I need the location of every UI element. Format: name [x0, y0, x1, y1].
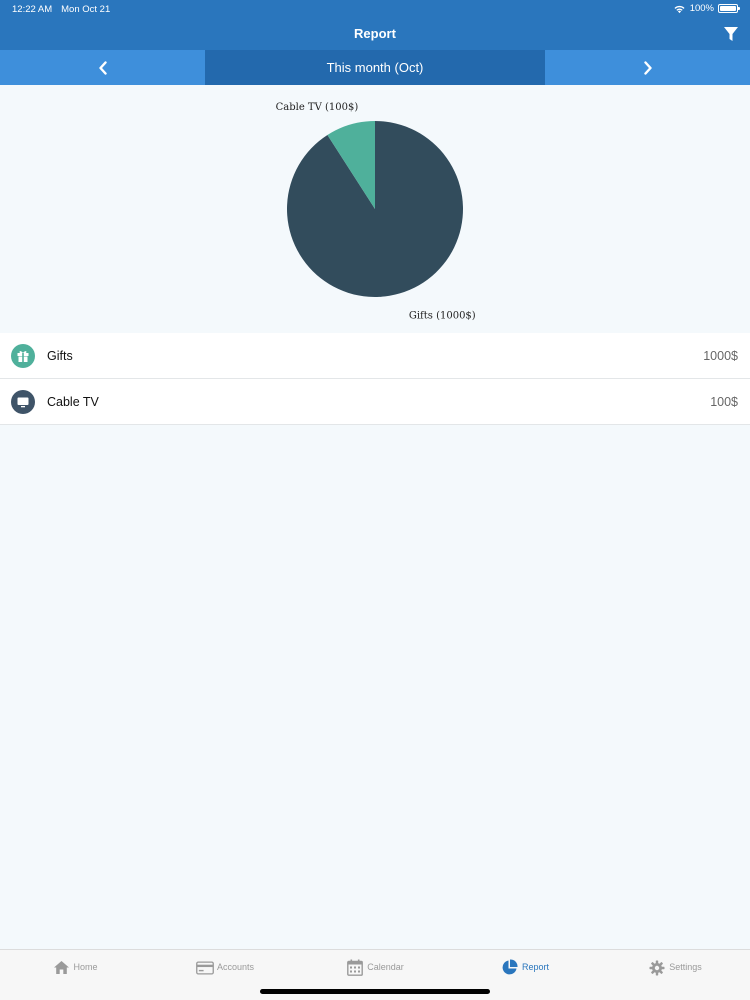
gift-icon-badge: [11, 344, 35, 368]
period-switcher: This month (Oct): [0, 50, 750, 85]
tab-label: Settings: [669, 962, 702, 972]
pie-label-gifts: Gifts (1000$): [409, 311, 476, 322]
battery-icon: [718, 4, 740, 13]
status-time: 12:22 AM: [12, 4, 53, 15]
home-indicator: [260, 989, 490, 994]
card-icon: [196, 959, 214, 976]
tab-label: Accounts: [216, 962, 255, 972]
filter-button[interactable]: [721, 24, 741, 44]
page-title: Report: [354, 26, 396, 41]
tab-label: Report: [521, 962, 549, 972]
pie-chart: Gifts (1000$) Cable TV (100$): [276, 102, 476, 322]
tab-label: Calendar: [367, 962, 404, 972]
list-item-amount: 100$: [710, 394, 738, 409]
tab-label: Home: [73, 962, 98, 972]
list-item-cable-tv[interactable]: Cable TV 100$: [0, 379, 750, 425]
calendar-icon: [346, 959, 364, 976]
status-bar: 12:22 AM Mon Oct 21 100%: [0, 0, 750, 18]
wifi-icon: [674, 5, 685, 13]
gear-icon: [648, 959, 666, 976]
list-item-name: Gifts: [47, 348, 73, 363]
top-bar: 12:22 AM Mon Oct 21 100% Report: [0, 0, 750, 50]
tv-icon: [17, 397, 29, 408]
tv-icon-badge: [11, 390, 35, 414]
status-date: Mon Oct 21: [61, 4, 111, 15]
tab-settings[interactable]: Settings: [600, 950, 750, 1000]
tab-home[interactable]: Home: [0, 950, 150, 1000]
battery-percent: 100%: [689, 3, 714, 14]
pie-chart-area: Gifts (1000$) Cable TV (100$): [0, 85, 750, 331]
chevron-left-icon: [98, 60, 107, 75]
home-icon: [52, 959, 70, 976]
next-period-button[interactable]: [545, 50, 750, 85]
pie-label-cable-tv: Cable TV (100$): [276, 102, 359, 113]
pie-chart-icon: [501, 959, 519, 976]
filter-icon: [724, 27, 738, 41]
gift-icon: [17, 351, 29, 362]
category-list: Gifts 1000$ Cable TV 100$: [0, 333, 750, 425]
list-item-amount: 1000$: [703, 348, 738, 363]
list-item-name: Cable TV: [47, 394, 99, 409]
previous-period-button[interactable]: [0, 50, 205, 85]
current-period[interactable]: This month (Oct): [205, 50, 545, 85]
chevron-right-icon: [643, 60, 652, 75]
list-item-gifts[interactable]: Gifts 1000$: [0, 333, 750, 379]
